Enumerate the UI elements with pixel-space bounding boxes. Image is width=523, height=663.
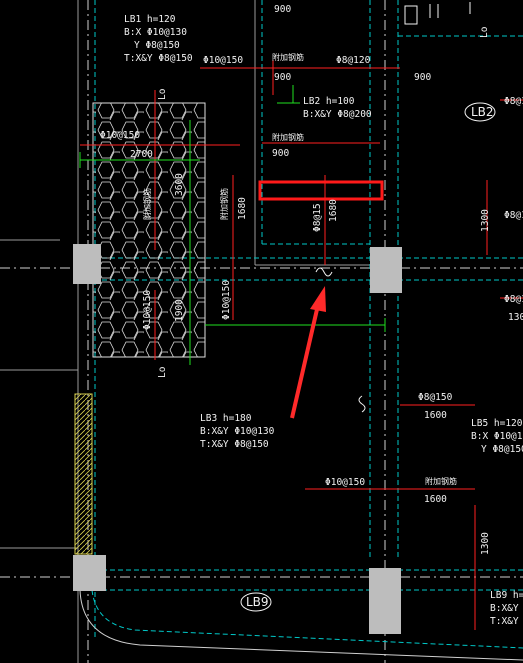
cn-span-b: 附加钢筋 — [272, 132, 304, 142]
cn-span-c: 附加钢筋 — [219, 188, 229, 220]
lb1-by: Y Φ8@150 — [134, 40, 180, 51]
rebar-d8-15: Φ8@15 — [312, 203, 323, 232]
dim-1680-b: 1680 — [328, 199, 339, 222]
rebar-d8-mid: Φ8@150 — [418, 392, 453, 403]
dim-1680-a: 1680 — [237, 197, 248, 220]
rebar-d10-low: Φ10@150 — [325, 477, 365, 488]
rebar-label-top-cn: 附加钢筋 — [272, 52, 304, 62]
hatched-wall — [74, 393, 93, 555]
dim-900-d: 900 — [272, 148, 289, 159]
rebar-v2: Φ10@150 — [221, 280, 232, 320]
red-highlight-rectangle[interactable] — [258, 180, 384, 201]
column-4 — [369, 568, 401, 634]
curved-slab-edge — [79, 589, 523, 661]
lb2-tag: LB2 — [471, 105, 494, 119]
dim-900-c: 900 — [414, 72, 431, 83]
cn-span-e: 附加钢筋 — [425, 476, 457, 486]
lb3-b: B:X&Y Φ10@130 — [200, 426, 275, 437]
lb3-name: LB3 h=180 — [200, 413, 252, 424]
right-1300: 1300 — [508, 312, 523, 323]
break-symbol-2 — [358, 395, 366, 413]
lb3-t: T:X&Y Φ8@150 — [200, 439, 269, 450]
lb1-name: LB1 h=120 — [124, 14, 176, 25]
lb9-t: T:X&Y — [490, 616, 519, 627]
right-d8-3: Φ8@120 — [504, 294, 523, 305]
lo-right: Lo — [479, 26, 490, 38]
lb5-bx: B:X Φ10@150 — [471, 431, 523, 442]
rebar-label-top-d8: Φ8@120 — [336, 55, 371, 66]
lb1-t: T:X&Y Φ8@150 — [124, 53, 193, 64]
dim-3600: 3600 — [174, 173, 185, 196]
curved-beam-edge — [91, 589, 523, 649]
dim-900-b: 900 — [274, 72, 291, 83]
dim-1300-a: 1300 — [480, 209, 491, 232]
column-3 — [73, 555, 106, 591]
cad-drawing-canvas[interactable]: LB1 h=120 B:X Φ10@130 Y Φ8@150 T:X&Y Φ8@… — [0, 0, 523, 663]
lb1-bx: B:X Φ10@130 — [124, 27, 187, 38]
lb2-name: LB2 h=100 — [303, 96, 355, 107]
break-symbol — [315, 267, 333, 277]
dim-1600-b: 1600 — [424, 494, 447, 505]
dim-1300-c: 1300 — [480, 532, 491, 555]
lo-top: Lo — [157, 88, 168, 100]
lb9-name: LB9 h=1 — [490, 590, 523, 601]
dim-900-a: 900 — [274, 4, 291, 15]
cn-span-d: 附加钢筋 — [142, 188, 152, 220]
column-1 — [73, 244, 101, 284]
dim-2700: 2700 — [130, 149, 153, 160]
right-d8-2: Φ8@120 — [504, 210, 523, 221]
dim-1600-a: 1600 — [424, 410, 447, 421]
dim-1900: 1900 — [174, 299, 185, 322]
lo-bottom: Lo — [157, 366, 168, 378]
column-2 — [370, 247, 402, 293]
rebar-v1: Φ10@150 — [142, 290, 153, 330]
lb5-name: LB5 h=120 — [471, 418, 523, 429]
lb2-b: B:X&Y Φ8@200 — [303, 109, 372, 120]
rebar-label-left: Φ10@150 — [100, 130, 140, 141]
red-pointer-arrow — [290, 286, 326, 419]
rebar-label-top-d10: Φ10@150 — [203, 55, 243, 66]
lb9-tag: LB9 — [246, 595, 269, 609]
top-right-symbols — [404, 2, 471, 25]
right-d8: Φ8@120 — [504, 96, 523, 107]
lb9-b: B:X&Y — [490, 603, 519, 614]
lb5-by: Y Φ8@150 — [481, 444, 523, 455]
